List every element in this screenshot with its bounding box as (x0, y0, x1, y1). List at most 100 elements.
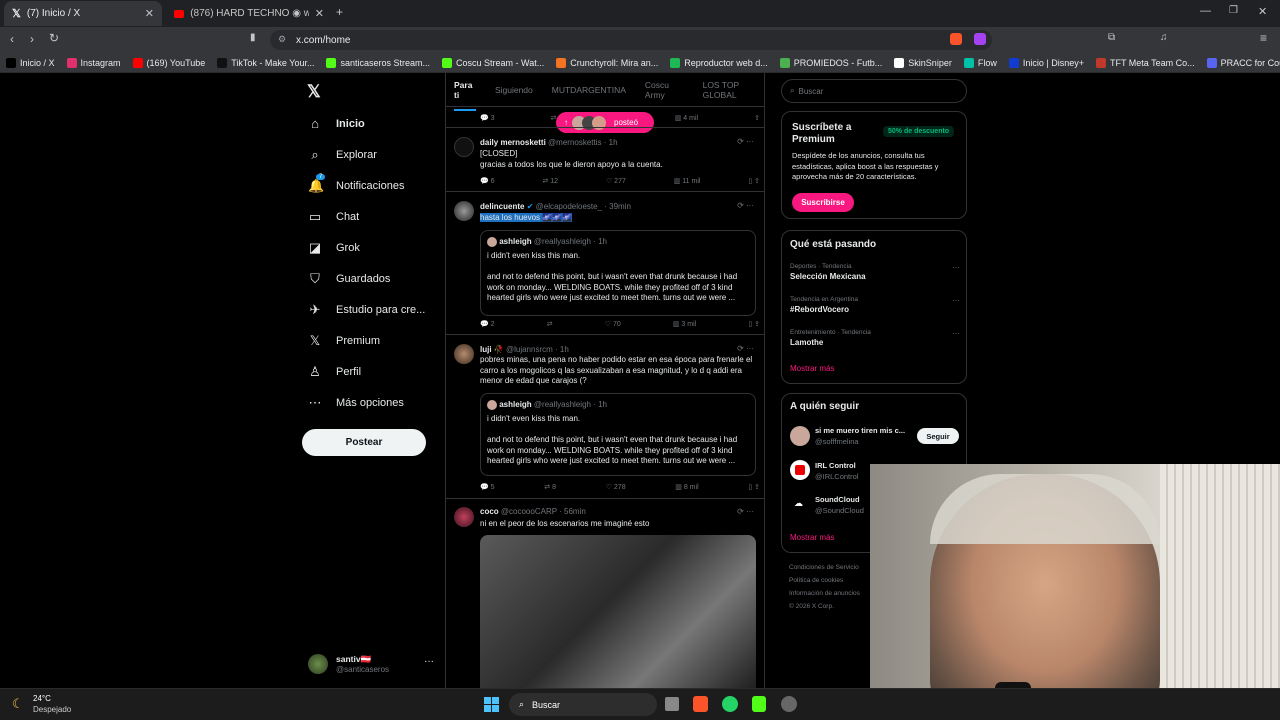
nav-item-chat[interactable]: ▭ Chat (308, 209, 359, 225)
reply-count[interactable]: 💬 3 (480, 114, 495, 122)
bookmark-item[interactable]: Coscu Stream - Wat... (436, 58, 550, 68)
close-icon[interactable]: ✕ (145, 7, 154, 20)
quoted-tweet[interactable]: ashleigh @reallyashleigh · 1h i didn't e… (480, 393, 756, 476)
bookmark-item[interactable]: Instagram (61, 58, 127, 68)
timeline-tab[interactable]: Para ti (454, 80, 476, 111)
avatar[interactable] (308, 654, 328, 674)
like-count[interactable]: ♡ 277 (606, 177, 626, 185)
nav-item-premium[interactable]: 𝕏 Premium (308, 333, 380, 349)
timeline-tab[interactable]: MUTDARGENTINA (552, 85, 626, 95)
reply-count[interactable]: 💬 2 (480, 320, 495, 328)
bookmark-item[interactable]: (169) YouTube (127, 58, 212, 68)
more-icon[interactable]: ··· (952, 296, 960, 305)
extensions-icon[interactable]: ⧉ (1108, 32, 1115, 43)
nav-item-explore[interactable]: ⌕ Explorar (308, 147, 377, 163)
nav-item-home[interactable]: ⌂ Inicio (308, 116, 365, 131)
obs-icon[interactable] (781, 696, 797, 712)
trend-item[interactable]: Tendencia en Argentina #RebordVocero ··· (790, 296, 960, 314)
nav-item-notifications[interactable]: 🔔 Notificaciones 7 (308, 174, 404, 194)
back-icon[interactable]: ‹ (10, 32, 14, 46)
timeline-tab[interactable]: Siguiendo (495, 85, 533, 95)
media-icon[interactable]: ♫ (1160, 32, 1168, 43)
nav-item-profile[interactable]: ♙ Perfil (308, 364, 361, 380)
reload-icon[interactable]: ↻ (49, 31, 59, 45)
close-window-icon[interactable]: ✕ (1258, 5, 1267, 18)
show-more-link[interactable]: Mostrar más (790, 533, 834, 542)
taskbar-search[interactable]: ⌕ Buscar (509, 693, 657, 716)
tweet[interactable]: delincuente ✔ @elcapodeloeste_ · 39min ⟳… (446, 192, 764, 335)
bookmark-icon[interactable]: ▮ (250, 32, 256, 43)
nav-item-more-options[interactable]: ⋯ Más opciones (308, 395, 404, 411)
bookmark-item[interactable]: Crunchyroll: Mira an... (550, 58, 664, 68)
bookmark-item[interactable]: Inicio / X (0, 58, 61, 68)
bookmark-item[interactable]: Reproductor web d... (664, 58, 774, 68)
whatsapp-icon[interactable] (722, 696, 738, 712)
forward-icon[interactable]: › (30, 32, 34, 46)
footer-link[interactable]: Condiciones de Servicio (789, 561, 869, 574)
tweet-image[interactable] (480, 535, 756, 688)
brave-rewards-icon[interactable] (974, 33, 986, 45)
avatar[interactable] (454, 507, 474, 527)
nav-item-bookmarks[interactable]: ⛉ Guardados (308, 271, 390, 287)
bookmark-item[interactable]: PROMIEDOS - Futb... (774, 58, 889, 68)
tweet[interactable]: coco @cocoooCARP · 56min ⟳ ··· ni en el … (446, 499, 764, 688)
footer-link[interactable]: Política de cookies (789, 574, 869, 587)
maximize-icon[interactable]: ❐ (1229, 5, 1238, 16)
share-icon[interactable]: ⇪ (754, 114, 760, 122)
bookmark-item[interactable]: TikTok - Make Your... (211, 58, 320, 68)
bookmark-item[interactable]: TFT Meta Team Co... (1090, 58, 1201, 68)
avatar[interactable] (454, 201, 474, 221)
timeline-tab[interactable]: Coscu Army (645, 80, 684, 100)
avatar[interactable] (790, 426, 810, 446)
new-tab-icon[interactable]: + (336, 5, 343, 19)
reply-count[interactable]: 💬 6 (480, 177, 495, 185)
views-count[interactable]: ▥ 11 mil (674, 177, 701, 185)
bookmark-item[interactable]: PRACC for Counter-... (1201, 58, 1280, 68)
views-count[interactable]: ▥ 8 mil (675, 483, 698, 491)
timeline-tab[interactable]: LOS TOP GLOBAL (703, 80, 764, 100)
brave-icon[interactable] (693, 696, 708, 712)
subscribe-button[interactable]: Suscribirse (792, 193, 854, 212)
tab-youtube[interactable]: (876) HARD TECHNO ◉ will.i.am - Sc ✕ (166, 1, 332, 26)
tweet[interactable]: daily mernosketti @mernoskettis · 1h ⟳ ·… (446, 128, 764, 192)
close-icon[interactable]: ✕ (315, 7, 324, 20)
repost-count[interactable]: ⇄ 8 (544, 483, 556, 491)
bookmark-icon[interactable]: ▯ ⇪ (748, 177, 760, 185)
more-icon[interactable]: ⟳ ··· (737, 344, 754, 353)
more-icon[interactable]: ··· (424, 656, 434, 667)
tweet[interactable]: luji 🥀 @lujannsrcm · 1h ⟳ ··· pobres min… (446, 335, 764, 499)
weather-temp[interactable]: 24°C (33, 694, 51, 703)
tab-x-home[interactable]: 𝕏 (7) Inicio / X ✕ (4, 1, 162, 26)
nav-item-creator-studio[interactable]: ✈ Estudio para cre... (308, 302, 426, 318)
avatar[interactable] (454, 137, 474, 157)
show-more-link[interactable]: Mostrar más (790, 364, 834, 373)
views-count[interactable]: ▥ 4 mil (675, 114, 698, 122)
minimize-icon[interactable]: — (1200, 5, 1211, 17)
search-input[interactable]: ⌕ Buscar (781, 79, 967, 103)
bookmark-icon[interactable]: ▯ ⇪ (748, 483, 760, 491)
address-bar[interactable]: ⚙ x.com/home (270, 30, 992, 50)
more-icon[interactable]: ⟳ ··· (737, 137, 754, 146)
bookmark-item[interactable]: santicaseros Stream... (320, 58, 436, 68)
task-view-icon[interactable] (665, 697, 679, 711)
menu-icon[interactable]: ≡ (1260, 31, 1267, 45)
nav-item-grok[interactable]: ◪ Grok (308, 240, 360, 256)
more-icon[interactable]: ··· (952, 263, 960, 272)
repost-count[interactable]: ⇄ 12 (542, 177, 558, 185)
repost-icon[interactable]: ⇄ (547, 320, 553, 328)
weather-condition[interactable]: Despejado (33, 705, 71, 714)
quoted-tweet[interactable]: ashleigh @reallyashleigh · 1h i didn't e… (480, 230, 756, 316)
bookmark-icon[interactable]: ▯ ⇪ (748, 320, 760, 328)
follow-button[interactable]: Seguir (917, 428, 959, 444)
more-icon[interactable]: ⟳ ··· (737, 507, 754, 516)
soundcloud-icon[interactable]: ☁ (790, 495, 810, 515)
like-count[interactable]: ♡ 70 (605, 320, 621, 328)
bookmark-item[interactable]: Flow (958, 58, 1003, 68)
views-count[interactable]: ▥ 3 mil (673, 320, 696, 328)
post-button[interactable]: Postear (302, 429, 426, 456)
avatar[interactable] (790, 460, 810, 480)
trend-item[interactable]: Entretenimiento · Tendencia Lamothe ··· (790, 329, 960, 347)
app-icon[interactable] (752, 696, 766, 712)
x-logo-icon[interactable]: 𝕏 (307, 82, 321, 102)
footer-link[interactable]: Información de anuncios (789, 587, 869, 600)
